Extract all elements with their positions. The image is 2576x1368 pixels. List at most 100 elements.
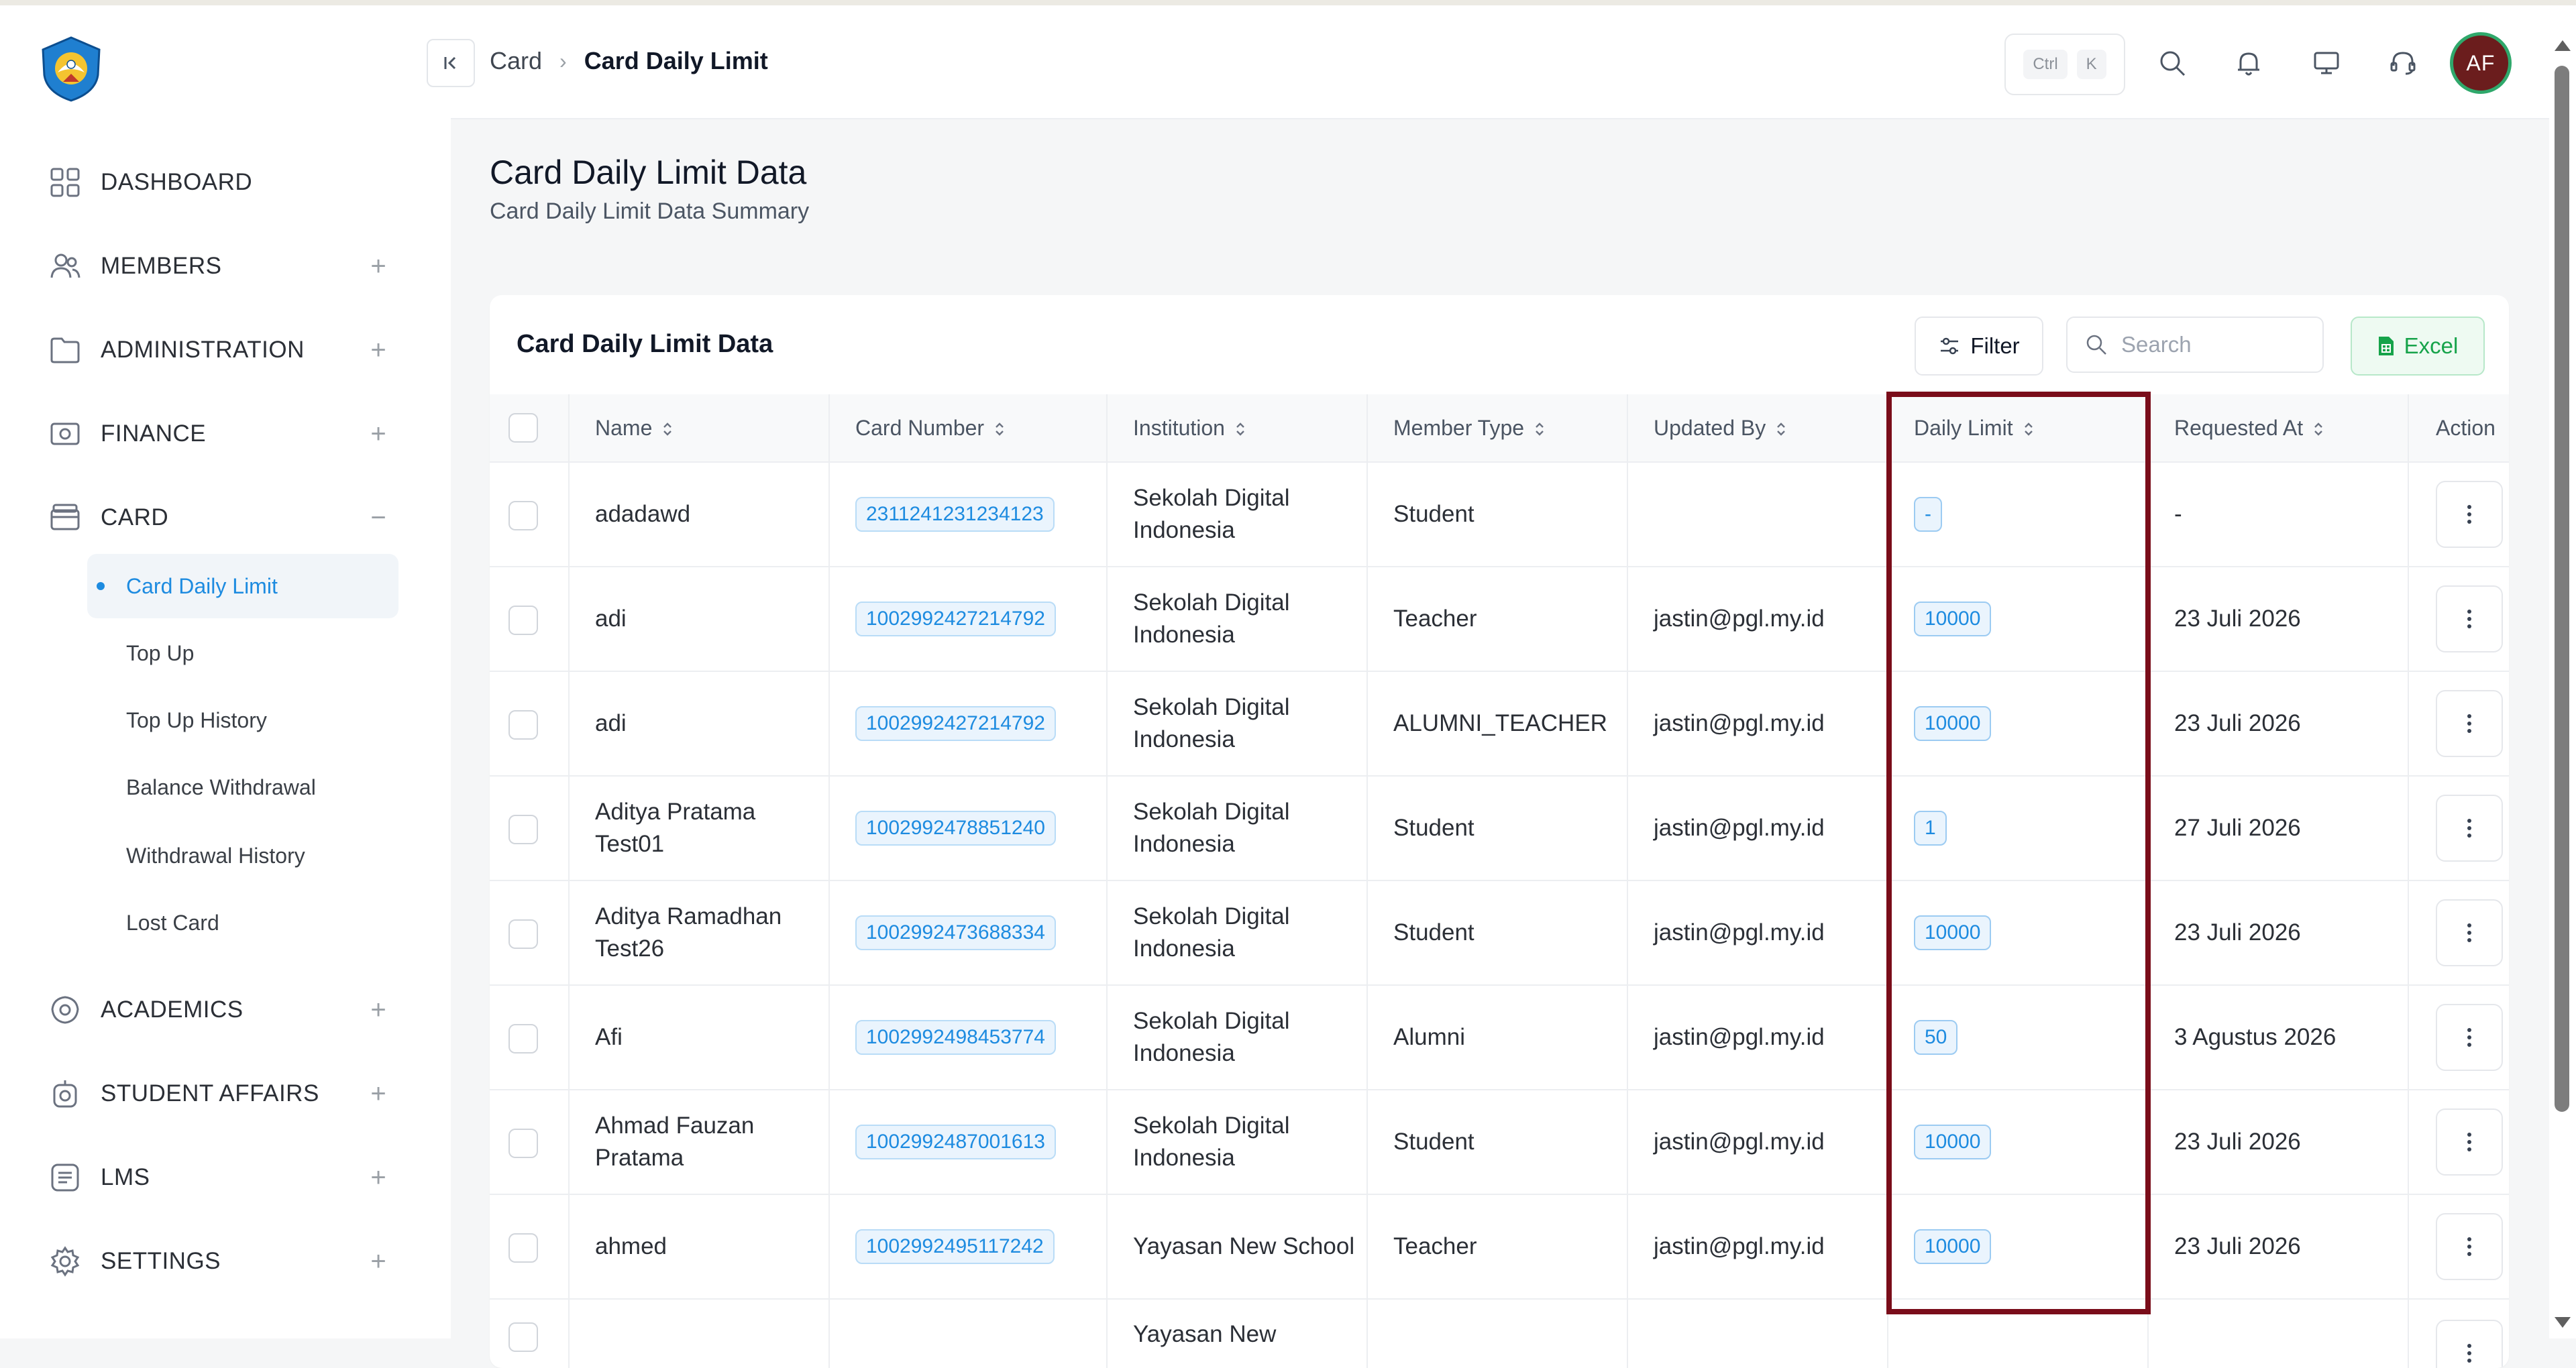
breadcrumb-item-card[interactable]: Card bbox=[490, 47, 542, 75]
header-select-all[interactable] bbox=[490, 394, 570, 463]
row-actions-button[interactable] bbox=[2436, 585, 2503, 652]
column-header-daily-limit[interactable]: Daily Limit bbox=[1888, 394, 2149, 463]
row-actions-button[interactable] bbox=[2436, 1213, 2503, 1280]
table-row[interactable]: Aditya Ramadhan Test26 1002992473688334 … bbox=[490, 880, 2509, 986]
sidebar-subitem-balance-withdrawal[interactable]: Balance Withdrawal bbox=[87, 755, 398, 819]
expand-plus-icon[interactable]: + bbox=[361, 333, 396, 367]
monitor-icon[interactable] bbox=[2306, 43, 2347, 83]
sidebar-subitem-label: Lost Card bbox=[126, 910, 219, 935]
table-row[interactable]: Afi 1002992498453774 Sekolah Digital Ind… bbox=[490, 985, 2509, 1090]
row-actions-button[interactable] bbox=[2436, 1320, 2503, 1368]
page-scrollbar[interactable] bbox=[2549, 5, 2576, 1338]
sidebar-subitem-card-daily-limit[interactable]: Card Daily Limit bbox=[87, 554, 398, 618]
sidebar-subitem-top-up[interactable]: Top Up bbox=[87, 621, 398, 685]
filter-button[interactable]: Filter bbox=[1915, 317, 2043, 376]
table-row[interactable]: adi 1002992427214792 Sekolah Digital Ind… bbox=[490, 671, 2509, 777]
sidebar-item-academics[interactable]: ACADEMICS + bbox=[47, 983, 396, 1037]
table-row[interactable]: Aditya Pratama Test01 1002992478851240 S… bbox=[490, 776, 2509, 881]
card-number-link[interactable]: 1002992498453774 bbox=[855, 1020, 1056, 1055]
column-header-updated-by[interactable]: Updated By bbox=[1627, 394, 1888, 463]
table-row[interactable]: ahmed 1002992495117242 Yayasan New Schoo… bbox=[490, 1194, 2509, 1300]
search-field[interactable] bbox=[2066, 317, 2324, 373]
row-checkbox[interactable] bbox=[508, 1233, 538, 1263]
row-checkbox[interactable] bbox=[508, 1322, 538, 1352]
export-excel-button[interactable]: Excel bbox=[2351, 317, 2485, 376]
row-actions-button[interactable] bbox=[2436, 1108, 2503, 1176]
expand-plus-icon[interactable]: + bbox=[361, 249, 396, 284]
cell-member-type: Student bbox=[1367, 462, 1628, 567]
row-actions-button[interactable] bbox=[2436, 795, 2503, 862]
cell-card-number: 1002992427214792 bbox=[829, 567, 1108, 672]
column-header-member-type[interactable]: Member Type bbox=[1367, 394, 1628, 463]
sidebar-subitem-withdrawal-history[interactable]: Withdrawal History bbox=[87, 823, 398, 888]
column-header-card-number[interactable]: Card Number bbox=[829, 394, 1108, 463]
row-checkbox[interactable] bbox=[508, 1023, 538, 1053]
expand-plus-icon[interactable]: + bbox=[361, 1160, 396, 1195]
sort-icon bbox=[1777, 422, 1786, 436]
row-checkbox[interactable] bbox=[508, 814, 538, 844]
search-input[interactable] bbox=[2120, 331, 2310, 358]
user-avatar[interactable]: AF bbox=[2450, 32, 2512, 94]
row-checkbox[interactable] bbox=[508, 605, 538, 635]
sort-icon bbox=[996, 422, 1004, 436]
row-actions-button[interactable] bbox=[2436, 690, 2503, 757]
scroll-up-arrow-icon[interactable] bbox=[2555, 40, 2571, 51]
expand-plus-icon[interactable]: + bbox=[361, 416, 396, 451]
sidebar-item-members[interactable]: MEMBERS + bbox=[47, 239, 396, 293]
collapse-sidebar-button[interactable] bbox=[427, 39, 475, 87]
bell-icon[interactable] bbox=[2229, 43, 2269, 83]
card-number-link[interactable]: 1002992487001613 bbox=[855, 1125, 1056, 1159]
table-row[interactable]: adi 1002992427214792 Sekolah Digital Ind… bbox=[490, 567, 2509, 672]
tut-wuri-handayani-logo[interactable] bbox=[38, 35, 105, 102]
excel-label: Excel bbox=[2404, 333, 2459, 358]
cell-action bbox=[2408, 671, 2509, 777]
select-all-checkbox[interactable] bbox=[508, 413, 538, 443]
row-checkbox[interactable] bbox=[508, 709, 538, 740]
support-headset-icon[interactable] bbox=[2383, 43, 2423, 83]
search-icon[interactable] bbox=[2152, 43, 2192, 83]
command-palette-shortcut[interactable]: Ctrl K bbox=[2004, 34, 2125, 95]
expand-plus-icon[interactable]: + bbox=[361, 992, 396, 1027]
sidebar-item-lms[interactable]: LMS + bbox=[47, 1151, 396, 1204]
expand-plus-icon[interactable]: + bbox=[361, 1244, 396, 1279]
table-row[interactable]: adadawd 2311241231234123 Sekolah Digital… bbox=[490, 462, 2509, 567]
sidebar-item-student-affairs[interactable]: STUDENT AFFAIRS + bbox=[47, 1067, 396, 1121]
daily-limit-badge: 10000 bbox=[1914, 602, 1992, 636]
scroll-down-arrow-icon[interactable] bbox=[2555, 1317, 2571, 1328]
collapse-minus-icon[interactable]: − bbox=[361, 500, 396, 535]
row-checkbox[interactable] bbox=[508, 1128, 538, 1158]
sidebar-item-settings[interactable]: SETTINGS + bbox=[47, 1235, 396, 1288]
column-header-name[interactable]: Name bbox=[569, 394, 830, 463]
expand-plus-icon[interactable]: + bbox=[361, 1076, 396, 1111]
kebab-menu-icon bbox=[2467, 923, 2471, 942]
card-number-link[interactable]: 1002992473688334 bbox=[855, 915, 1056, 950]
column-header-requested-at[interactable]: Requested At bbox=[2148, 394, 2409, 463]
card-number-link[interactable]: 1002992478851240 bbox=[855, 811, 1056, 846]
row-checkbox[interactable] bbox=[508, 500, 538, 530]
collapse-left-icon bbox=[444, 56, 456, 70]
table-row[interactable]: Yayasan New bbox=[490, 1299, 2509, 1368]
daily-limit-badge: 10000 bbox=[1914, 706, 1992, 741]
row-actions-button[interactable] bbox=[2436, 481, 2503, 548]
column-header-institution[interactable]: Institution bbox=[1107, 394, 1368, 463]
row-actions-button[interactable] bbox=[2436, 1004, 2503, 1071]
card-number-link[interactable]: 2311241231234123 bbox=[855, 497, 1055, 532]
card-number-link[interactable]: 1002992427214792 bbox=[855, 706, 1056, 741]
card-number-link[interactable]: 1002992427214792 bbox=[855, 602, 1056, 636]
card-number-link[interactable]: 1002992495117242 bbox=[855, 1229, 1055, 1264]
sidebar-subitem-label: Top Up History bbox=[126, 707, 267, 732]
row-actions-button[interactable] bbox=[2436, 899, 2503, 966]
sidebar-item-finance[interactable]: FINANCE + bbox=[47, 407, 396, 461]
cell-daily-limit: 10000 bbox=[1888, 671, 2149, 777]
row-select-cell bbox=[490, 671, 570, 777]
scrollbar-thumb[interactable] bbox=[2555, 66, 2569, 1112]
page-subtitle: Card Daily Limit Data Summary bbox=[490, 198, 810, 224]
sidebar-subitem-lost-card[interactable]: Lost Card bbox=[87, 891, 398, 955]
sidebar-item-card[interactable]: CARD − bbox=[47, 491, 396, 545]
row-checkbox[interactable] bbox=[508, 919, 538, 949]
cell-updated-by: jastin@pgl.my.id bbox=[1627, 1194, 1888, 1300]
sidebar-item-administration[interactable]: ADMINISTRATION + bbox=[47, 323, 396, 377]
sidebar-item-dashboard[interactable]: DASHBOARD bbox=[47, 156, 396, 209]
sidebar-subitem-top-up-history[interactable]: Top Up History bbox=[87, 688, 398, 752]
table-row[interactable]: Ahmad Fauzan Pratama 1002992487001613 Se… bbox=[490, 1090, 2509, 1195]
